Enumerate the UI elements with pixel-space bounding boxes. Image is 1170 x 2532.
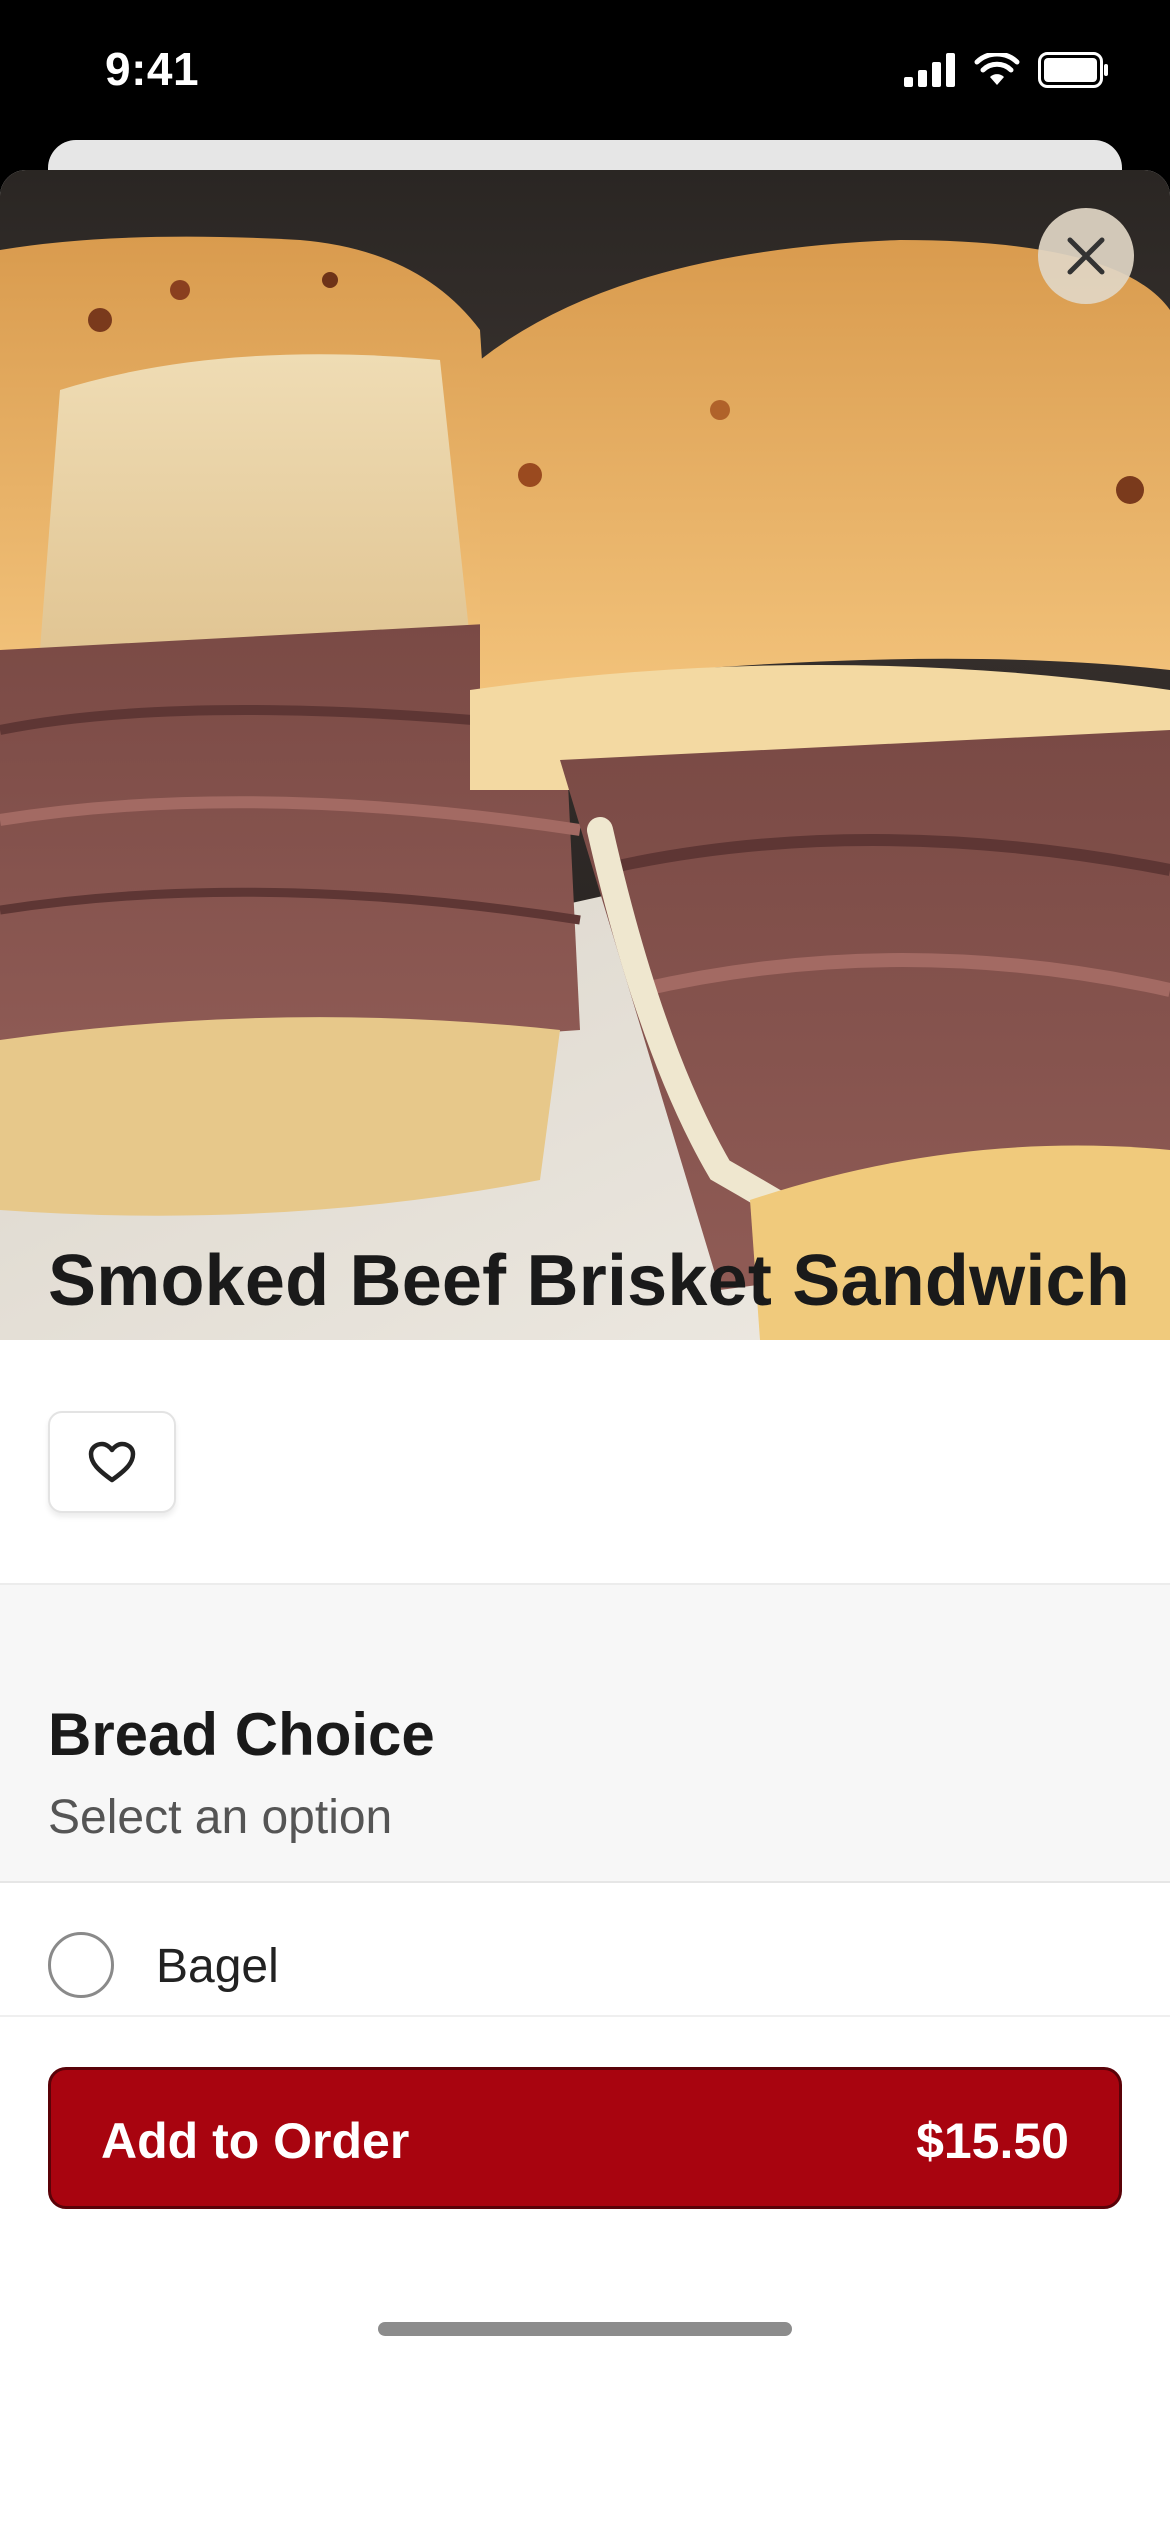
heart-icon [88, 1441, 136, 1483]
close-button[interactable] [1038, 208, 1134, 304]
favorite-button[interactable] [48, 1411, 176, 1513]
close-icon [1067, 237, 1105, 275]
add-to-order-button[interactable]: Add to Order $15.50 [48, 2067, 1122, 2209]
radio-button[interactable] [48, 1932, 114, 1998]
option-label: Bagel [156, 1940, 279, 1993]
order-price: $15.50 [916, 2113, 1069, 2169]
option-row-bagel[interactable]: Bagel [0, 1883, 1170, 2023]
bottom-action-bar: Add to Order $15.50 [0, 2015, 1170, 2364]
item-photo [0, 170, 1170, 1340]
add-to-order-label: Add to Order [101, 2113, 410, 2169]
status-icons [904, 52, 1110, 88]
item-title: Smoked Beef Brisket Sandwich [48, 1241, 1130, 1321]
wifi-icon [974, 53, 1020, 85]
status-bar: 9:41 [0, 0, 1170, 150]
sandwich-photo-illustration [0, 170, 1170, 1340]
home-indicator [378, 2322, 792, 2336]
status-time: 9:41 [105, 43, 200, 95]
section-title: Bread Choice [48, 1701, 435, 1768]
cellular-signal-icon [904, 53, 955, 87]
section-subtitle: Select an option [48, 1791, 393, 1844]
battery-icon [1038, 52, 1108, 88]
